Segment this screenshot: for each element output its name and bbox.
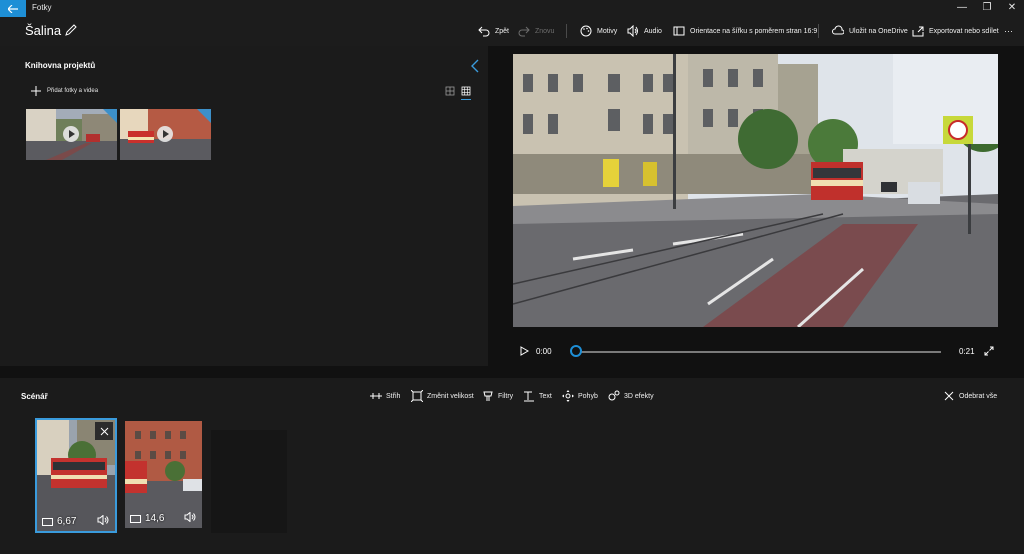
project-title: Šalina (25, 23, 62, 38)
themes-button[interactable]: Motivy (580, 23, 617, 39)
clip-duration: 6,67 (42, 516, 76, 527)
clip-frame-icon (42, 517, 53, 526)
resize-button[interactable]: Změnit velikost (411, 390, 474, 402)
title-bar: Fotky — ❐ ✕ (0, 0, 1024, 17)
cloud-upload-icon (832, 25, 844, 35)
storyboard-clip[interactable]: 14,6 (125, 421, 202, 528)
share-icon (912, 26, 924, 37)
more-options-button[interactable]: ··· (1004, 23, 1013, 39)
toolbar-separator (818, 24, 819, 38)
arrow-left-icon (8, 4, 18, 13)
add-photos-videos-button[interactable]: Přidat fotky a videa (31, 86, 98, 96)
seek-bar[interactable] (571, 351, 941, 353)
large-grid-view-icon[interactable] (445, 86, 455, 96)
text-button[interactable]: Text (523, 390, 552, 402)
play-icon[interactable] (519, 346, 529, 356)
speaker-icon (627, 25, 638, 37)
total-time: 0:21 (959, 347, 975, 356)
export-button[interactable]: Exportovat nebo sdílet (912, 23, 999, 39)
orientation-button[interactable]: Orientace na šířku s poměrem stran 16:9 (673, 23, 817, 39)
remove-all-button[interactable]: Odebrat vše (943, 390, 997, 402)
filter-icon (483, 391, 493, 401)
motion-button[interactable]: Pohyb (562, 390, 598, 402)
themes-label: Motivy (597, 27, 618, 35)
3d-effects-button[interactable]: 3D efekty (608, 390, 654, 402)
current-time: 0:00 (536, 347, 552, 356)
resize-icon (411, 390, 423, 402)
trim-icon (370, 393, 382, 399)
undo-label: Zpět (495, 27, 510, 35)
video-thumbnail (120, 109, 211, 160)
remove-all-label: Odebrat vše (959, 392, 998, 400)
close-icon (944, 391, 954, 401)
aspect-ratio-icon (673, 26, 685, 36)
pencil-icon[interactable] (64, 23, 78, 37)
audio-button[interactable]: Audio (627, 23, 662, 39)
plus-icon (31, 86, 41, 96)
storyboard: Scénář Střih Změnit velikost Filtry Text… (0, 378, 1024, 554)
fullscreen-icon[interactable] (984, 346, 994, 356)
seek-thumb[interactable] (570, 345, 582, 357)
redo-label: Znovu (535, 27, 555, 35)
save-onedrive-button[interactable]: Uložit na OneDrive (832, 23, 908, 39)
minimize-button[interactable]: — (950, 2, 974, 13)
clip-frame-icon (130, 514, 141, 523)
text-label: Text (539, 392, 552, 400)
motion-label: Pohyb (578, 392, 598, 400)
save-onedrive-label: Uložit na OneDrive (849, 27, 908, 35)
close-button[interactable]: ✕ (1000, 2, 1024, 13)
video-thumbnail (26, 109, 117, 160)
close-icon (100, 427, 108, 435)
preview-pane: 0:00 0:21 (488, 46, 1024, 366)
audio-label: Audio (644, 27, 662, 35)
library-title: Knihovna projektů (25, 61, 96, 70)
storyboard-title: Scénář (21, 392, 48, 401)
app-name: Fotky (32, 3, 52, 12)
3d-effects-icon (608, 390, 620, 401)
clip-duration: 14,6 (130, 513, 164, 524)
filters-label: Filtry (498, 392, 514, 400)
media-item[interactable] (120, 109, 211, 160)
small-grid-view-icon[interactable] (461, 86, 471, 96)
empty-storyboard-slot[interactable] (211, 430, 287, 533)
video-frame-image (513, 54, 998, 327)
restore-button[interactable]: ❐ (975, 2, 999, 13)
add-media-label: Přidat fotky a videa (47, 88, 99, 94)
redo-button[interactable]: Znovu (518, 23, 554, 39)
video-preview (513, 54, 998, 327)
resize-label: Změnit velikost (427, 392, 474, 400)
back-button[interactable] (0, 0, 26, 17)
header-toolbar: Šalina Zpět Znovu Motivy Audio Orientace… (0, 17, 1024, 46)
text-icon (524, 391, 534, 402)
3d-effects-label: 3D efekty (624, 392, 654, 400)
clip-duration-value: 14,6 (145, 513, 165, 524)
export-label: Exportovat nebo sdílet (929, 27, 999, 35)
storyboard-clip[interactable]: 6,67 (35, 418, 117, 533)
active-view-underline (461, 99, 471, 100)
remove-clip-button[interactable] (95, 422, 113, 440)
speaker-icon[interactable] (184, 512, 196, 522)
orientation-label: Orientace na šířku s poměrem stran 16:9 (690, 27, 818, 35)
filters-button[interactable]: Filtry (482, 390, 513, 402)
chevron-left-icon[interactable] (470, 59, 480, 73)
speaker-icon[interactable] (97, 515, 109, 525)
project-library: Knihovna projektů Přidat fotky a videa (0, 46, 488, 366)
undo-button[interactable]: Zpět (478, 23, 509, 39)
palette-icon (580, 25, 592, 37)
clip-duration-value: 6,67 (57, 516, 77, 527)
toolbar-separator (566, 24, 567, 38)
motion-icon (562, 390, 574, 402)
trim-button[interactable]: Střih (370, 390, 400, 402)
undo-icon (478, 26, 490, 37)
trim-label: Střih (386, 392, 401, 400)
redo-icon (518, 26, 530, 37)
media-item[interactable] (26, 109, 117, 160)
